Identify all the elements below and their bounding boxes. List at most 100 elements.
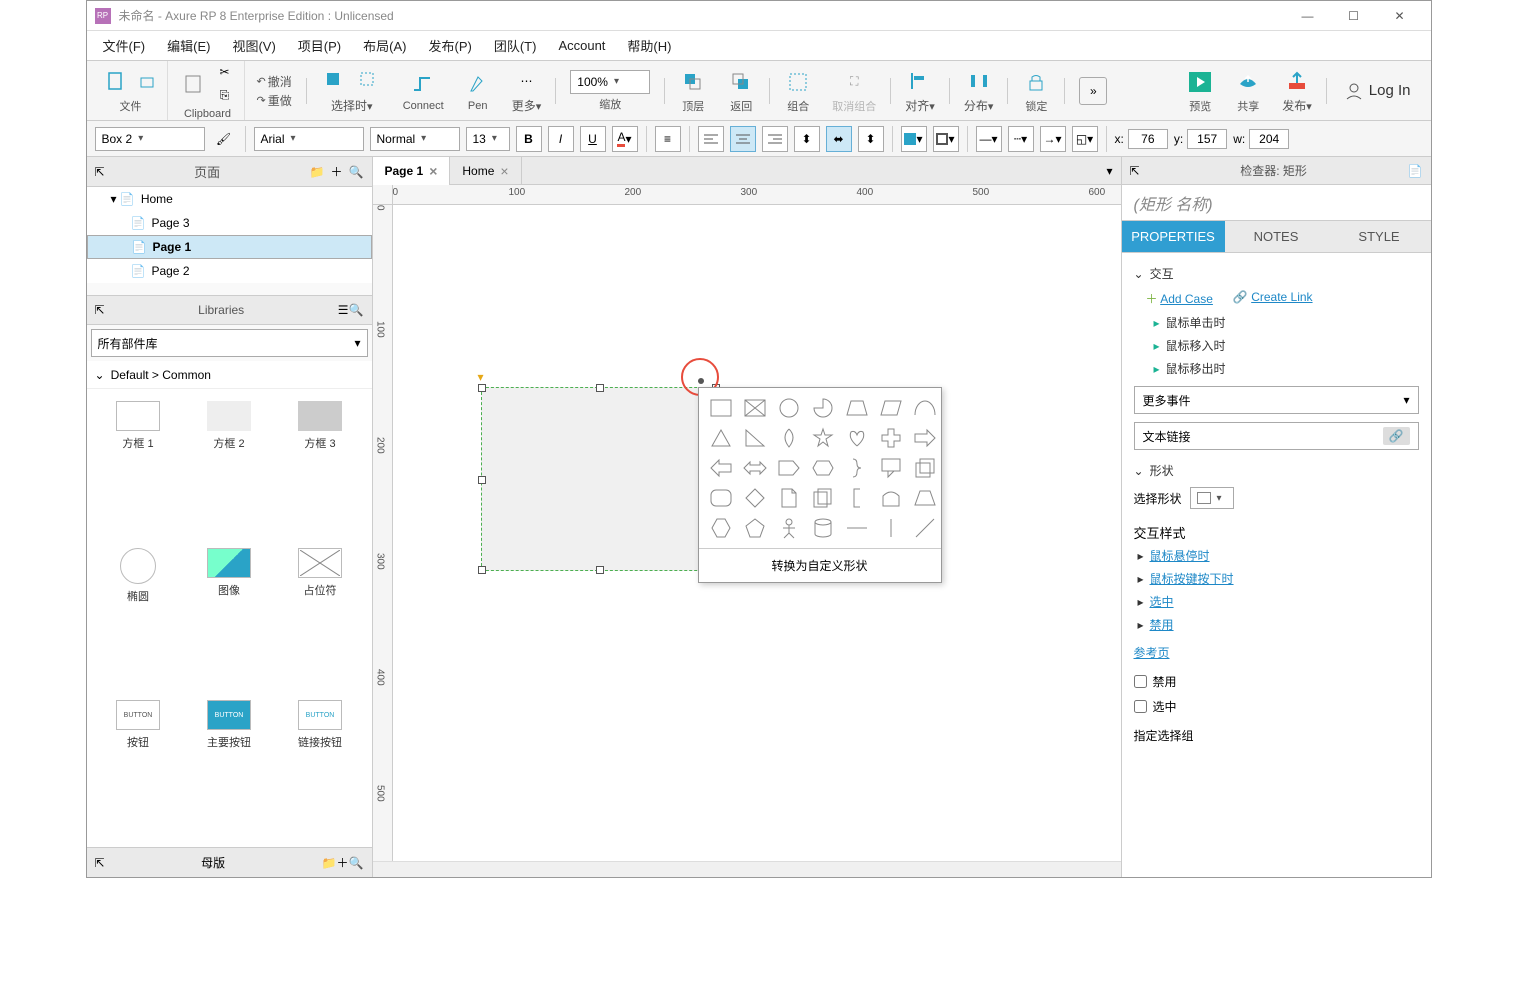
shape-hexagon[interactable] (705, 514, 737, 542)
shape-callout[interactable] (875, 454, 907, 482)
shape-arch[interactable] (875, 484, 907, 512)
menu-help[interactable]: 帮助(H) (619, 32, 679, 59)
shape-parallelogram[interactable] (875, 394, 907, 422)
menu-publish[interactable]: 发布(P) (420, 32, 479, 59)
line-style-button[interactable]: ┄▾ (1008, 126, 1034, 152)
shape-section-title[interactable]: ⌄ 形状 (1134, 458, 1419, 483)
redo-button[interactable]: ↷ 重做 (257, 92, 292, 109)
y-input[interactable] (1187, 129, 1227, 149)
menu-view[interactable]: 视图(V) (224, 32, 283, 59)
font-weight-select[interactable]: Normal▾ (370, 127, 460, 151)
connect-icon[interactable] (409, 70, 437, 98)
close-tab-icon[interactable]: × (429, 163, 437, 179)
tree-page3[interactable]: 📄 Page 3 (87, 211, 372, 235)
bold-button[interactable]: B (516, 126, 542, 152)
arrow-button[interactable]: →▾ (1040, 126, 1066, 152)
tab-notes[interactable]: NOTES (1225, 221, 1328, 252)
canvas[interactable]: ▾ (393, 205, 1121, 861)
shape-actor[interactable] (773, 514, 805, 542)
valign-mid-button[interactable]: ⬌ (826, 126, 852, 152)
bring-front-icon[interactable] (679, 68, 707, 96)
shape-plus[interactable] (875, 424, 907, 452)
shape-select[interactable]: ▾ (1190, 487, 1234, 509)
disable-checkbox[interactable]: 禁用 (1134, 669, 1419, 694)
publish-icon[interactable] (1283, 67, 1311, 95)
shape-arrow-lr[interactable] (739, 454, 771, 482)
tab-page1[interactable]: Page 1× (373, 157, 451, 185)
search-pages-icon[interactable]: 🔍 (349, 165, 364, 179)
menu-file[interactable]: 文件(F) (95, 32, 154, 59)
tree-page2[interactable]: 📄 Page 2 (87, 259, 372, 283)
align-center-button[interactable] (730, 126, 756, 152)
lib-button1[interactable]: BUTTON按钮 (95, 696, 182, 839)
preview-icon[interactable] (1186, 68, 1214, 96)
shape-arrow-left[interactable] (705, 454, 737, 482)
tree-home[interactable]: ▾ 📄 Home (87, 187, 372, 211)
more-icon[interactable]: ⋯ (512, 67, 540, 95)
shape-pie[interactable] (807, 394, 839, 422)
ruler-vertical[interactable]: 0 100 200 300 400 500 (373, 205, 393, 861)
overflow-button[interactable]: » (1071, 61, 1115, 120)
tab-properties[interactable]: PROPERTIES (1122, 221, 1225, 252)
interactions-title[interactable]: ⌄ 交互 (1134, 261, 1419, 286)
shape-trapezoid[interactable] (841, 394, 873, 422)
tree-page1[interactable]: 📄 Page 1 (87, 235, 372, 259)
lib-search-icon[interactable]: 🔍 (349, 303, 364, 317)
align-right-button[interactable] (762, 126, 788, 152)
lib-box3[interactable]: 方框 3 (277, 397, 364, 540)
shape-bracket[interactable] (841, 484, 873, 512)
convert-custom-shape[interactable]: 转换为自定义形状 (699, 548, 941, 582)
align-left-button[interactable] (698, 126, 724, 152)
cut-icon[interactable]: ✂ (214, 61, 236, 83)
border-color-button[interactable]: ▾ (933, 126, 959, 152)
valign-bot-button[interactable]: ⬍ (858, 126, 884, 152)
lib-collapse-icon[interactable]: ⇱ (95, 303, 105, 317)
master-collapse-icon[interactable]: ⇱ (95, 856, 105, 870)
shape-arrow-right[interactable] (909, 424, 941, 452)
shape-drop[interactable] (773, 424, 805, 452)
bullets-button[interactable]: ≡ (655, 126, 681, 152)
add-folder-icon[interactable]: 📁 (310, 165, 325, 179)
lock-icon[interactable] (1022, 68, 1050, 96)
more-events-select[interactable]: 更多事件▾ (1134, 386, 1419, 414)
menu-layout[interactable]: 布局(A) (355, 32, 414, 59)
paste-icon[interactable] (180, 70, 208, 98)
group-icon[interactable] (784, 68, 812, 96)
shape-circle[interactable] (773, 394, 805, 422)
add-case-link[interactable]: ＋ Add Case (1146, 290, 1213, 307)
shape-star[interactable] (807, 424, 839, 452)
style-painter-icon[interactable]: 🖌 (211, 126, 237, 152)
shape-document[interactable] (773, 484, 805, 512)
shape-stack[interactable] (909, 454, 941, 482)
lib-button2[interactable]: BUTTON主要按钮 (186, 696, 273, 839)
shape-cylinder[interactable] (807, 514, 839, 542)
select-mode-icon[interactable] (321, 67, 349, 95)
shape-line-h[interactable] (841, 514, 873, 542)
tab-dropdown-icon[interactable]: ▾ (1098, 164, 1120, 178)
underline-button[interactable]: U (580, 126, 606, 152)
panel-collapse-icon[interactable]: ⇱ (95, 165, 105, 179)
maximize-button[interactable]: ☐ (1331, 1, 1377, 31)
menu-team[interactable]: 团队(T) (486, 32, 545, 59)
font-size-select[interactable]: 13▾ (466, 127, 510, 151)
minimize-button[interactable]: ― (1285, 1, 1331, 31)
lib-box1[interactable]: 方框 1 (95, 397, 182, 540)
select-contained-icon[interactable] (355, 67, 383, 95)
shape-hexagon-h[interactable] (807, 454, 839, 482)
canvas-scrollbar-h[interactable] (373, 861, 1121, 877)
event-mouseenter[interactable]: ▸鼠标移入时 (1134, 334, 1419, 357)
send-back-icon[interactable] (727, 68, 755, 96)
shape-trapezoid2[interactable] (909, 484, 941, 512)
inspector-note-icon[interactable]: 📄 (1408, 164, 1423, 178)
corner-button[interactable]: ◱▾ (1072, 126, 1098, 152)
shape-style-select[interactable]: Box 2▾ (95, 127, 205, 151)
x-input[interactable] (1128, 129, 1168, 149)
line-width-button[interactable]: —▾ (976, 126, 1002, 152)
new-file-icon[interactable] (103, 68, 131, 96)
lib-ellipse[interactable]: 椭圆 (95, 544, 182, 693)
shape-brace[interactable] (841, 454, 873, 482)
shape-line-v[interactable] (875, 514, 907, 542)
italic-button[interactable]: I (548, 126, 574, 152)
pen-icon[interactable] (464, 70, 492, 98)
event-click[interactable]: ▸鼠标单击时 (1134, 311, 1419, 334)
